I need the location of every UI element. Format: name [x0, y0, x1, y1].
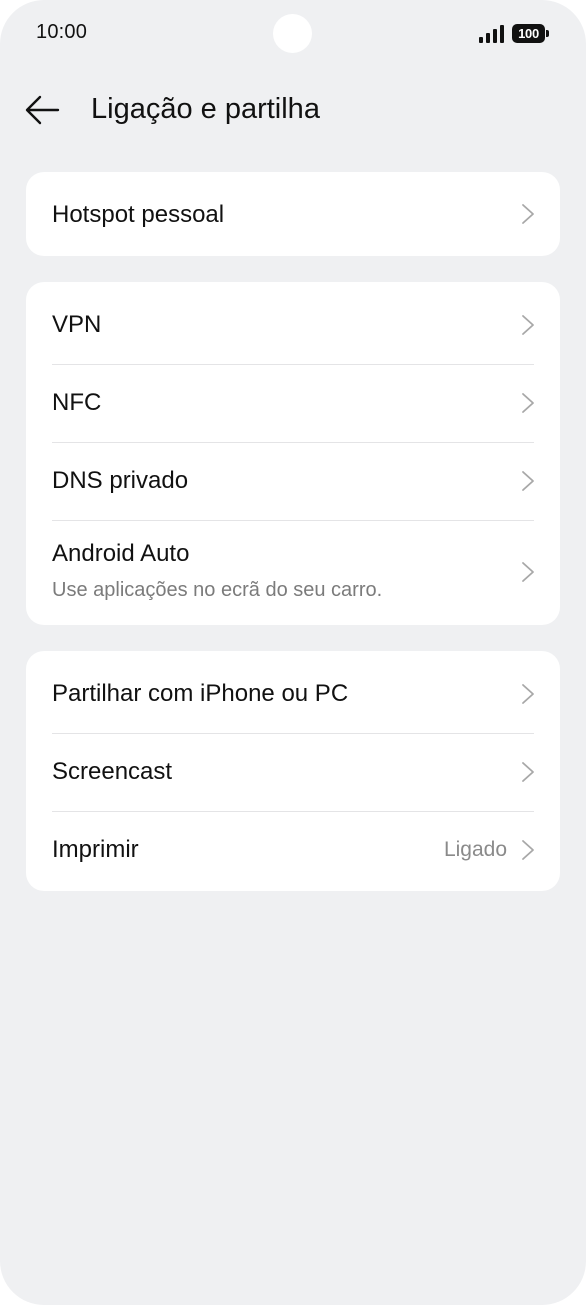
phone-screen: 10:00 100 Ligação e partilha Hotspot pes…: [0, 0, 586, 1305]
settings-item-screencast[interactable]: Screencast: [26, 733, 560, 811]
settings-group-hotspot: Hotspot pessoal: [26, 172, 560, 256]
settings-item-private-dns[interactable]: DNS privado: [26, 442, 560, 520]
header: Ligação e partilha: [0, 80, 586, 140]
chevron-right-icon: [522, 204, 534, 224]
settings-item-subtitle: Use aplicações no ecrã do seu carro.: [52, 579, 383, 601]
settings-item-label: Partilhar com iPhone ou PC: [52, 680, 349, 707]
chevron-right-icon: [522, 762, 534, 782]
chevron-right-icon: [522, 684, 534, 704]
status-bar: 10:00 100: [0, 0, 586, 68]
chevron-right-icon: [522, 393, 534, 413]
settings-group-network: VPN NFC DNS privado Android Auto Use apl…: [26, 282, 560, 625]
settings-item-label: Hotspot pessoal: [52, 201, 225, 228]
settings-item-android-auto[interactable]: Android Auto Use aplicações no ecrã do s…: [26, 520, 560, 625]
settings-item-hotspot[interactable]: Hotspot pessoal: [26, 172, 560, 256]
settings-item-print[interactable]: Imprimir Ligado: [26, 811, 560, 891]
settings-item-share-iphone-pc[interactable]: Partilhar com iPhone ou PC: [26, 651, 560, 733]
settings-item-label: DNS privado: [52, 467, 189, 494]
settings-item-vpn[interactable]: VPN: [26, 282, 560, 364]
settings-item-nfc[interactable]: NFC: [26, 364, 560, 442]
settings-group-sharing: Partilhar com iPhone ou PC Screencast Im…: [26, 651, 560, 891]
settings-item-label: Imprimir: [52, 836, 139, 863]
page-title: Ligação e partilha: [91, 93, 320, 125]
back-button[interactable]: [22, 90, 68, 130]
chevron-right-icon: [522, 471, 534, 491]
chevron-right-icon: [522, 562, 534, 582]
chevron-right-icon: [522, 840, 534, 860]
battery-level: 100: [512, 24, 545, 43]
battery-tip: [546, 30, 549, 37]
camera-cutout: [273, 14, 312, 53]
settings-item-label: Android Auto: [52, 540, 190, 567]
signal-icon: [479, 25, 504, 43]
chevron-right-icon: [522, 315, 534, 335]
settings-item-label: NFC: [52, 389, 102, 416]
back-arrow-icon: [25, 95, 60, 125]
settings-item-status: Ligado: [443, 838, 507, 861]
settings-item-label: VPN: [52, 311, 102, 338]
status-time: 10:00: [36, 21, 88, 43]
battery-icon: 100: [512, 24, 550, 44]
settings-item-label: Screencast: [52, 758, 173, 785]
